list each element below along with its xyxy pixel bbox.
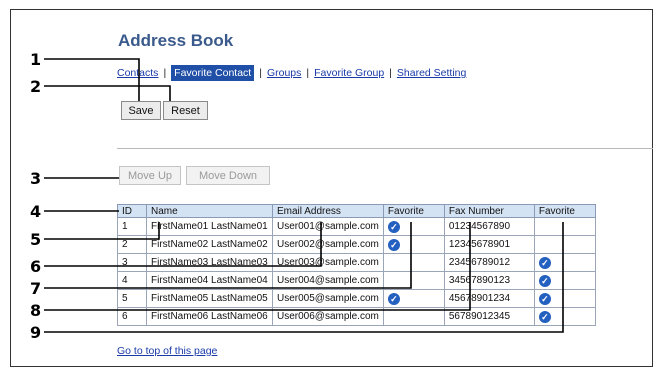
callout-lines [44,58,564,333]
callout-6: 6 [30,257,42,276]
callout-7: 7 [30,279,42,298]
callout-5: 5 [30,230,42,249]
callout-8: 8 [30,301,42,320]
callout-2: 2 [30,77,42,96]
callout-1: 1 [30,50,42,69]
callout-3: 3 [30,169,42,188]
callout-4: 4 [30,202,42,221]
callout-9: 9 [30,323,42,342]
